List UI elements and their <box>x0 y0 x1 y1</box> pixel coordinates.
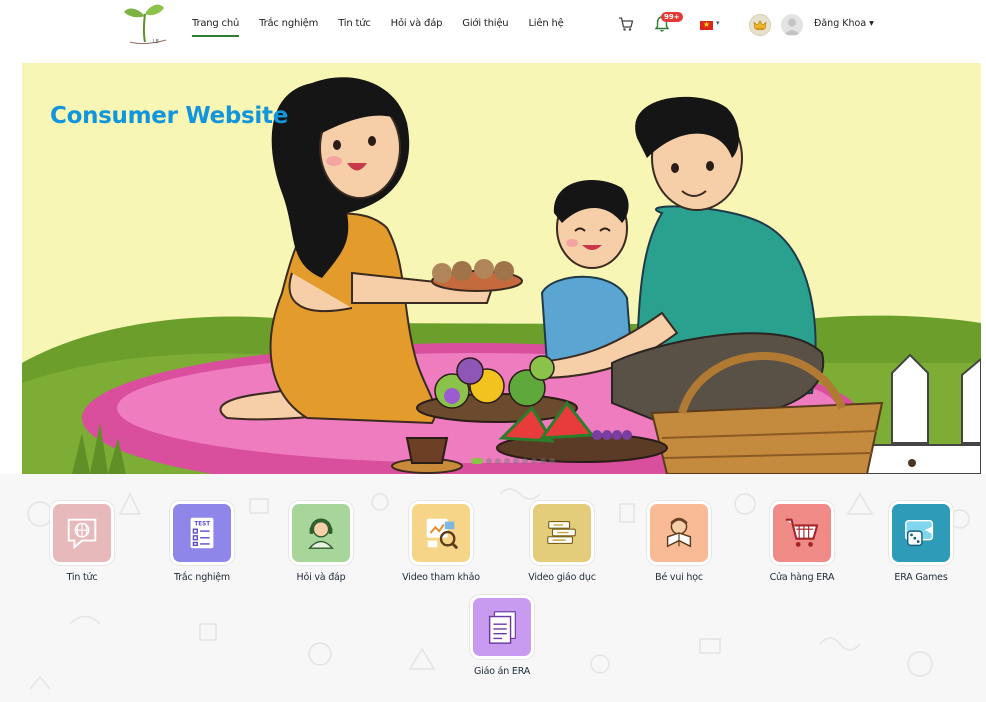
svg-text:TEST: TEST <box>194 521 210 527</box>
menu-tile[interactable]: ERA Games <box>861 501 981 583</box>
banner-title: Consumer Website <box>50 103 289 129</box>
menu-tile-label: Trắc nghiệm <box>174 572 230 583</box>
news-globe-icon <box>50 501 114 565</box>
nav-about[interactable]: Giới thiệu <box>462 18 508 37</box>
menu-tile-label: Cửa hàng ERA <box>769 572 835 583</box>
menu-tile[interactable]: TEST Trắc nghiệm <box>142 501 262 583</box>
user-avatar-icon[interactable] <box>781 14 803 36</box>
menu-tile-label: ERA Games <box>894 572 948 583</box>
carousel-dots <box>471 458 555 464</box>
nav-news[interactable]: Tin tức <box>338 18 371 37</box>
menu-tile-label: Giáo án ERA <box>473 666 531 677</box>
menu-tile-label: Bé vui học <box>655 572 703 583</box>
carousel-dot[interactable] <box>504 458 510 464</box>
support-headset-icon <box>289 501 353 565</box>
feature-menu: Tin tức TEST Trắc nghiệm Hỏi và đáp Video th… <box>0 474 986 702</box>
menu-tile[interactable]: Giáo án ERA <box>442 595 562 677</box>
svg-text:LE: LE <box>153 39 159 45</box>
menu-tile-label: Hỏi và đáp <box>296 572 346 583</box>
menu-tile[interactable]: Bé vui học <box>619 501 739 583</box>
nav-contact[interactable]: Liên hệ <box>528 18 563 37</box>
vietnam-flag-icon[interactable]: ★ <box>700 20 713 30</box>
hero-banner[interactable]: Consumer Website <box>22 63 981 474</box>
nav-home[interactable]: Trang chủ <box>192 18 239 37</box>
child-reading-icon <box>647 501 711 565</box>
menu-tile[interactable]: Video tham khảo <box>381 501 501 583</box>
nav-quiz[interactable]: Trắc nghiệm <box>259 18 318 37</box>
menu-tile-label: Video giáo dục <box>528 572 596 583</box>
menu-tile[interactable]: Cửa hàng ERA <box>742 501 862 583</box>
carousel-dot[interactable] <box>486 458 492 464</box>
menu-tile[interactable]: Hỏi và đáp <box>261 501 381 583</box>
carousel-dot[interactable] <box>522 458 528 464</box>
cart-icon[interactable] <box>618 16 634 32</box>
nav-qa[interactable]: Hỏi và đáp <box>391 18 443 37</box>
notification-badge: 99+ <box>661 12 683 22</box>
menu-tile-label: Video tham khảo <box>402 572 480 583</box>
logo[interactable]: LE <box>120 2 170 46</box>
carousel-dot[interactable] <box>471 458 483 464</box>
carousel-dot[interactable] <box>513 458 519 464</box>
menu-tile-label: Tin tức <box>66 572 98 583</box>
user-name: Đăng Khoa <box>814 18 867 29</box>
carousel-dot[interactable] <box>531 458 537 464</box>
header: LE Trang chủ Trắc nghiệm Tin tức Hỏi và … <box>0 0 986 52</box>
carousel-dot[interactable] <box>549 458 555 464</box>
menu-tile[interactable]: Video giáo dục <box>502 501 622 583</box>
main-nav: Trang chủ Trắc nghiệm Tin tức Hỏi và đáp… <box>192 18 584 37</box>
video-analysis-icon <box>409 501 473 565</box>
lesson-plan-icon <box>470 595 534 659</box>
crown-icon[interactable] <box>749 14 771 36</box>
shopping-cart-icon <box>770 501 834 565</box>
test-checklist-icon: TEST <box>170 501 234 565</box>
user-menu[interactable]: Đăng Khoa ▾ <box>814 18 874 29</box>
chevron-down-icon[interactable]: ▾ <box>716 19 720 27</box>
carousel-dot[interactable] <box>495 458 501 464</box>
game-dice-icon <box>889 501 953 565</box>
carousel-dot[interactable] <box>540 458 546 464</box>
menu-tile[interactable]: Tin tức <box>22 501 142 583</box>
books-icon <box>530 501 594 565</box>
